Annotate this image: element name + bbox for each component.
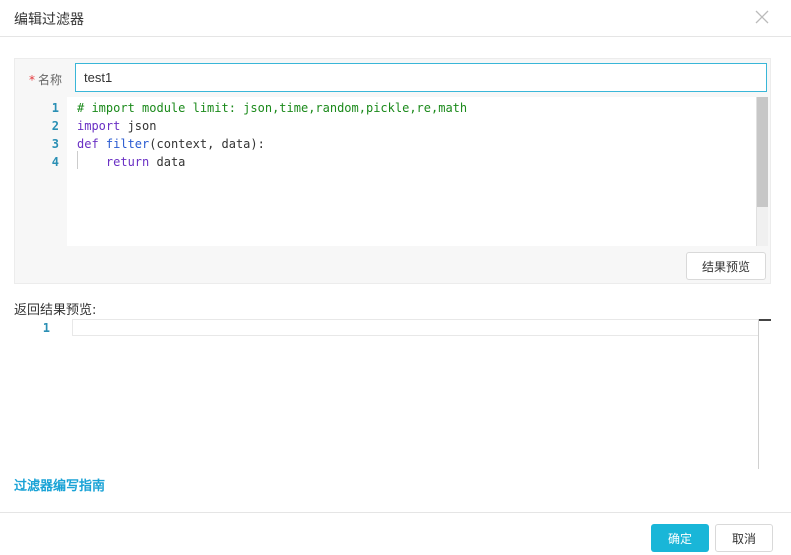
code-keyword: import [77, 119, 121, 133]
dialog-header: 编辑过滤器 [0, 0, 791, 37]
cancel-button[interactable]: 取消 [715, 524, 773, 552]
result-scrollbar-thumb[interactable] [759, 319, 771, 321]
code-keyword: def [77, 137, 99, 151]
code-line: # import module limit: json,time,random,… [77, 101, 468, 115]
filter-guide-link[interactable]: 过滤器编写指南 [14, 475, 105, 494]
required-mark: * [29, 73, 35, 87]
code-function-name: filter [98, 137, 150, 151]
code-text: json [120, 119, 157, 133]
preview-result-button[interactable]: 结果预览 [686, 252, 766, 280]
confirm-button[interactable]: 确定 [651, 524, 709, 552]
line-number: 4 [51, 155, 59, 169]
editor-scrollbar-thumb[interactable] [757, 97, 768, 207]
code-editor[interactable]: 1 # import module limit: json,time,rando… [19, 97, 768, 246]
result-preview-label: 返回结果预览: [14, 303, 97, 318]
name-input[interactable] [75, 63, 767, 92]
code-keyword: return [105, 155, 150, 169]
name-label: * 名称 [29, 71, 62, 88]
result-line-number: 1 [42, 321, 50, 335]
editor-scrollbar[interactable] [756, 97, 768, 246]
line-number: 2 [51, 119, 59, 133]
filter-editor-panel: *名称 1 # import module limit: json,time,r… [14, 58, 771, 284]
code-text: (context, data): [149, 137, 265, 151]
dialog-title: 编辑过滤器 [14, 12, 84, 28]
close-icon[interactable] [755, 10, 769, 24]
result-scrollbar[interactable] [758, 319, 771, 469]
code-line: import json [77, 117, 156, 135]
name-label-text: 名称 [38, 73, 63, 87]
code-line: return data [77, 153, 185, 171]
code-text: data [149, 155, 186, 169]
line-number: 1 [51, 101, 59, 115]
code-line: def filter(context, data): [77, 135, 265, 153]
line-number: 3 [51, 137, 59, 151]
result-preview-output[interactable] [72, 319, 758, 336]
